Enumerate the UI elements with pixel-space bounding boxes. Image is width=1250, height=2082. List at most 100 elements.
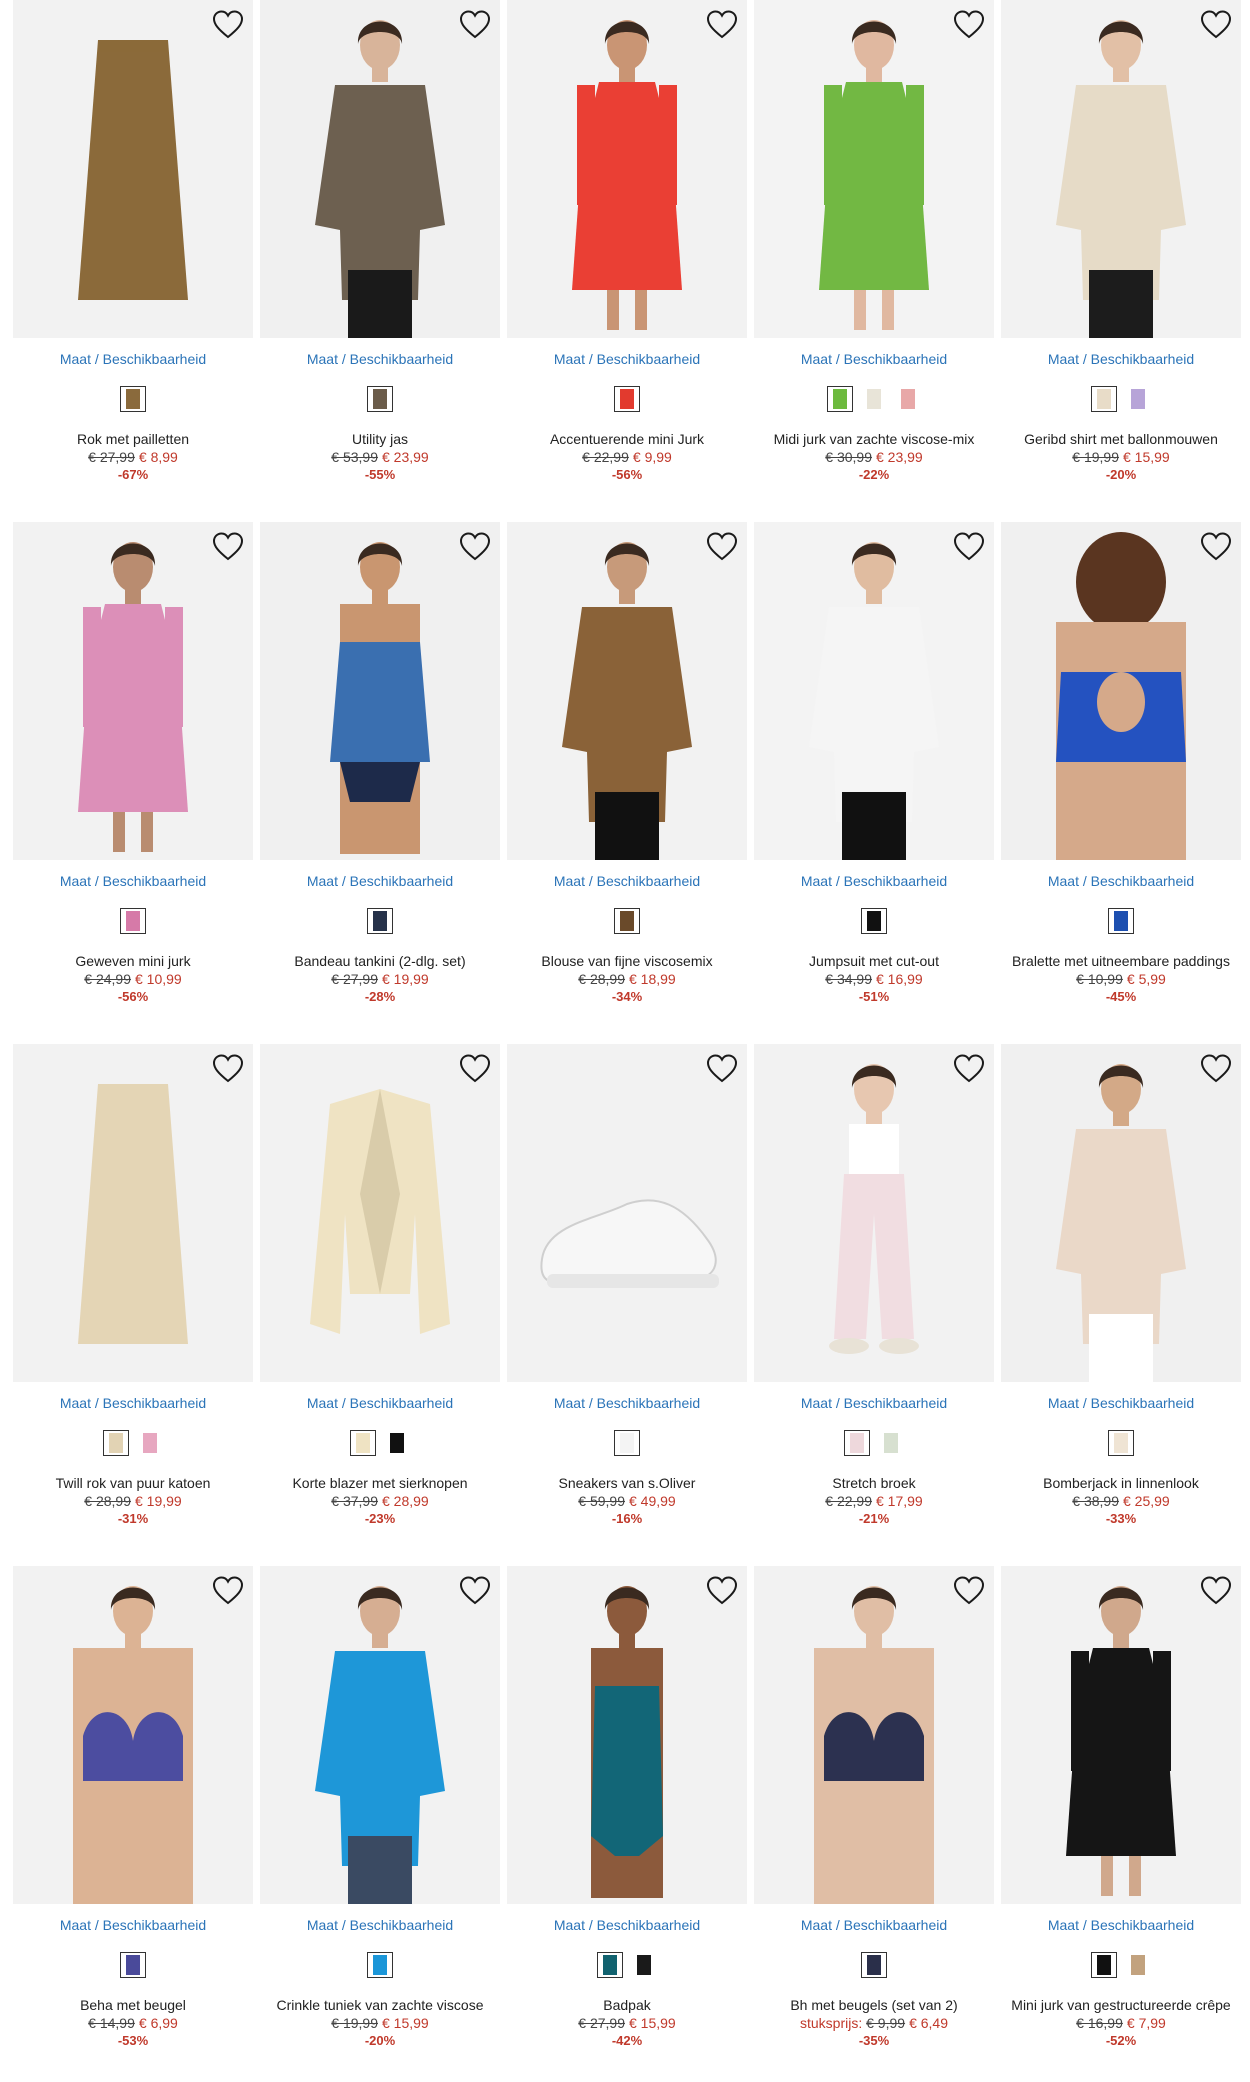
product-title[interactable]: Jumpsuit met cut-out bbox=[754, 952, 994, 970]
color-swatch[interactable] bbox=[120, 1952, 146, 1978]
product-image[interactable] bbox=[507, 1566, 747, 1904]
wishlist-heart-icon[interactable] bbox=[1199, 1574, 1233, 1608]
product-card[interactable]: Maat / Beschikbaarheid Geribd shirt met b… bbox=[1001, 0, 1241, 484]
product-title[interactable]: Bh met beugels (set van 2) bbox=[754, 1996, 994, 2014]
product-image[interactable] bbox=[1001, 522, 1241, 860]
product-title[interactable]: Accentuerende mini Jurk bbox=[507, 430, 747, 448]
product-card[interactable]: Maat / Beschikbaarheid Beha met beugel € 1… bbox=[13, 1566, 253, 2050]
product-card[interactable]: Maat / Beschikbaarheid Utility jas € 53,99… bbox=[260, 0, 500, 484]
color-swatch[interactable] bbox=[367, 386, 393, 412]
wishlist-heart-icon[interactable] bbox=[705, 1574, 739, 1608]
color-swatch[interactable] bbox=[1108, 908, 1134, 934]
size-availability-link[interactable]: Maat / Beschikbaarheid bbox=[260, 350, 500, 368]
product-title[interactable]: Mini jurk van gestructureerde crêpe bbox=[1001, 1996, 1241, 2014]
product-title[interactable]: Bandeau tankini (2-dlg. set) bbox=[260, 952, 500, 970]
product-title[interactable]: Crinkle tuniek van zachte viscose bbox=[260, 1996, 500, 2014]
color-swatch[interactable] bbox=[827, 386, 853, 412]
color-swatch[interactable] bbox=[1125, 1952, 1151, 1978]
product-card[interactable]: Maat / Beschikbaarheid Mini jurk van gest… bbox=[1001, 1566, 1241, 2050]
product-image[interactable] bbox=[13, 0, 253, 338]
product-title[interactable]: Bomberjack in linnenlook bbox=[1001, 1474, 1241, 1492]
size-availability-link[interactable]: Maat / Beschikbaarheid bbox=[1001, 1916, 1241, 1934]
color-swatch[interactable] bbox=[384, 1430, 410, 1456]
product-title[interactable]: Twill rok van puur katoen bbox=[13, 1474, 253, 1492]
product-image[interactable] bbox=[754, 1044, 994, 1382]
color-swatch[interactable] bbox=[597, 1952, 623, 1978]
size-availability-link[interactable]: Maat / Beschikbaarheid bbox=[13, 1394, 253, 1412]
size-availability-link[interactable]: Maat / Beschikbaarheid bbox=[754, 1916, 994, 1934]
color-swatch[interactable] bbox=[1091, 386, 1117, 412]
wishlist-heart-icon[interactable] bbox=[952, 1052, 986, 1086]
wishlist-heart-icon[interactable] bbox=[211, 1052, 245, 1086]
color-swatch[interactable] bbox=[1091, 1952, 1117, 1978]
product-card[interactable]: Maat / Beschikbaarheid Bralette met uitne… bbox=[1001, 522, 1241, 1006]
size-availability-link[interactable]: Maat / Beschikbaarheid bbox=[507, 1916, 747, 1934]
product-image[interactable] bbox=[1001, 1566, 1241, 1904]
product-card[interactable]: Maat / Beschikbaarheid Jumpsuit met cut-o… bbox=[754, 522, 994, 1006]
wishlist-heart-icon[interactable] bbox=[952, 8, 986, 42]
product-title[interactable]: Blouse van fijne viscosemix bbox=[507, 952, 747, 970]
size-availability-link[interactable]: Maat / Beschikbaarheid bbox=[754, 872, 994, 890]
product-card[interactable]: Maat / Beschikbaarheid Crinkle tuniek van… bbox=[260, 1566, 500, 2050]
color-swatch[interactable] bbox=[614, 1430, 640, 1456]
product-image[interactable] bbox=[260, 0, 500, 338]
size-availability-link[interactable]: Maat / Beschikbaarheid bbox=[507, 872, 747, 890]
wishlist-heart-icon[interactable] bbox=[458, 8, 492, 42]
product-image[interactable] bbox=[1001, 1044, 1241, 1382]
product-title[interactable]: Beha met beugel bbox=[13, 1996, 253, 2014]
product-image[interactable] bbox=[754, 522, 994, 860]
color-swatch[interactable] bbox=[367, 1952, 393, 1978]
color-swatch[interactable] bbox=[367, 908, 393, 934]
size-availability-link[interactable]: Maat / Beschikbaarheid bbox=[13, 872, 253, 890]
color-swatch[interactable] bbox=[103, 1430, 129, 1456]
product-title[interactable]: Geweven mini jurk bbox=[13, 952, 253, 970]
size-availability-link[interactable]: Maat / Beschikbaarheid bbox=[754, 350, 994, 368]
color-swatch[interactable] bbox=[1108, 1430, 1134, 1456]
wishlist-heart-icon[interactable] bbox=[705, 1052, 739, 1086]
product-image[interactable] bbox=[1001, 0, 1241, 338]
product-image[interactable] bbox=[260, 522, 500, 860]
product-title[interactable]: Rok met pailletten bbox=[13, 430, 253, 448]
wishlist-heart-icon[interactable] bbox=[952, 1574, 986, 1608]
product-image[interactable] bbox=[260, 1566, 500, 1904]
wishlist-heart-icon[interactable] bbox=[1199, 1052, 1233, 1086]
product-title[interactable]: Korte blazer met sierknopen bbox=[260, 1474, 500, 1492]
color-swatch[interactable] bbox=[844, 1430, 870, 1456]
product-title[interactable]: Stretch broek bbox=[754, 1474, 994, 1492]
color-swatch[interactable] bbox=[120, 908, 146, 934]
wishlist-heart-icon[interactable] bbox=[458, 1052, 492, 1086]
color-swatch[interactable] bbox=[861, 1952, 887, 1978]
product-image[interactable] bbox=[13, 1566, 253, 1904]
product-card[interactable]: Maat / Beschikbaarheid Blouse van fijne v… bbox=[507, 522, 747, 1006]
size-availability-link[interactable]: Maat / Beschikbaarheid bbox=[260, 1394, 500, 1412]
wishlist-heart-icon[interactable] bbox=[1199, 8, 1233, 42]
product-card[interactable]: Maat / Beschikbaarheid Bandeau tankini (2… bbox=[260, 522, 500, 1006]
color-swatch[interactable] bbox=[878, 1430, 904, 1456]
product-card[interactable]: Maat / Beschikbaarheid Badpak € 27,99 € 15,… bbox=[507, 1566, 747, 2050]
product-card[interactable]: Maat / Beschikbaarheid Korte blazer met s… bbox=[260, 1044, 500, 1528]
wishlist-heart-icon[interactable] bbox=[1199, 530, 1233, 564]
size-availability-link[interactable]: Maat / Beschikbaarheid bbox=[260, 872, 500, 890]
product-card[interactable]: Maat / Beschikbaarheid Bomberjack in linn… bbox=[1001, 1044, 1241, 1528]
wishlist-heart-icon[interactable] bbox=[705, 8, 739, 42]
product-card[interactable]: Maat / Beschikbaarheid Midi jurk van zach… bbox=[754, 0, 994, 484]
product-title[interactable]: Badpak bbox=[507, 1996, 747, 2014]
wishlist-heart-icon[interactable] bbox=[458, 1574, 492, 1608]
color-swatch[interactable] bbox=[1125, 386, 1151, 412]
color-swatch[interactable] bbox=[614, 908, 640, 934]
wishlist-heart-icon[interactable] bbox=[458, 530, 492, 564]
product-image[interactable] bbox=[13, 1044, 253, 1382]
product-card[interactable]: Maat / Beschikbaarheid Bh met beugels (se… bbox=[754, 1566, 994, 2050]
wishlist-heart-icon[interactable] bbox=[211, 8, 245, 42]
product-title[interactable]: Geribd shirt met ballonmouwen bbox=[1001, 430, 1241, 448]
wishlist-heart-icon[interactable] bbox=[705, 530, 739, 564]
product-image[interactable] bbox=[507, 0, 747, 338]
product-card[interactable]: Maat / Beschikbaarheid Accentuerende mini… bbox=[507, 0, 747, 484]
size-availability-link[interactable]: Maat / Beschikbaarheid bbox=[13, 350, 253, 368]
color-swatch[interactable] bbox=[350, 1430, 376, 1456]
product-title[interactable]: Bralette met uitneembare paddings bbox=[1001, 952, 1241, 970]
product-card[interactable]: Maat / Beschikbaarheid Twill rok van puur… bbox=[13, 1044, 253, 1528]
wishlist-heart-icon[interactable] bbox=[211, 1574, 245, 1608]
size-availability-link[interactable]: Maat / Beschikbaarheid bbox=[507, 350, 747, 368]
product-title[interactable]: Sneakers van s.Oliver bbox=[507, 1474, 747, 1492]
